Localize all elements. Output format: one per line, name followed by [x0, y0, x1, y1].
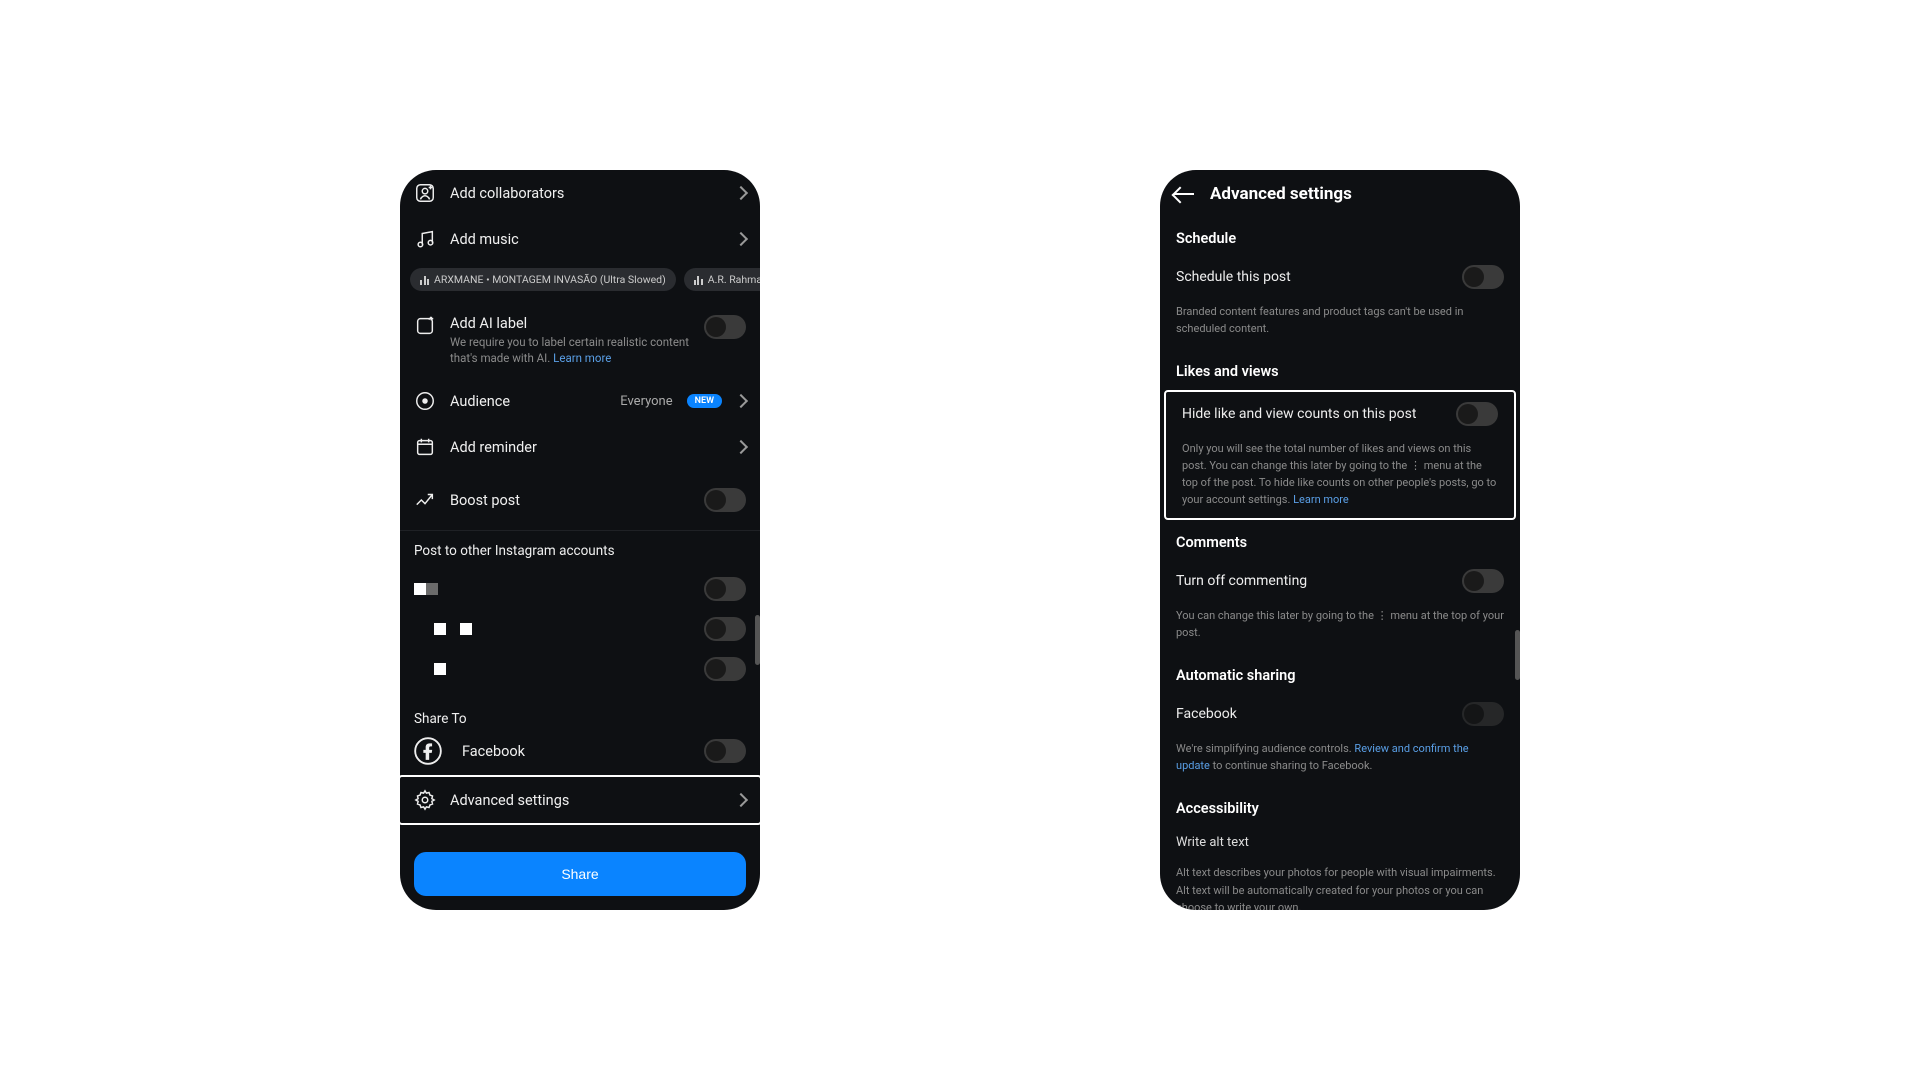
account-row[interactable] [414, 649, 746, 689]
turn-off-commenting-desc: You can change this later by going to th… [1160, 603, 1520, 655]
share-to-header: Share To [400, 693, 760, 733]
gear-icon [414, 789, 436, 811]
add-collaborators-row[interactable]: Add collaborators [400, 170, 760, 216]
hide-likes-desc: Only you will see the total number of li… [1166, 436, 1514, 516]
schedule-post-toggle[interactable] [1462, 265, 1504, 289]
scroll-indicator [755, 615, 760, 665]
add-reminder-label: Add reminder [450, 439, 722, 456]
audience-row[interactable]: Audience Everyone NEW [400, 378, 760, 424]
schedule-post-label: Schedule this post [1176, 269, 1462, 285]
music-suggestions: ARXMANE • MONTAGEM INVASÃO (Ultra Slowed… [400, 262, 760, 303]
facebook-icon [414, 737, 442, 765]
advanced-settings-label: Advanced settings [450, 792, 722, 809]
music-chip-label: A.R. Rahman, [708, 273, 760, 286]
chevron-right-icon [734, 186, 748, 200]
page-title: Advanced settings [1210, 184, 1352, 204]
boost-icon [414, 489, 436, 511]
share-button[interactable]: Share [414, 852, 746, 896]
boost-post-toggle[interactable] [704, 488, 746, 512]
boost-post-label: Boost post [450, 492, 690, 509]
hide-likes-label: Hide like and view counts on this post [1182, 406, 1456, 422]
music-chip[interactable]: A.R. Rahman, [684, 268, 760, 291]
boost-post-row[interactable]: Boost post [400, 470, 760, 530]
schedule-post-desc: Branded content features and product tag… [1160, 299, 1520, 351]
arrow-left-icon [1174, 193, 1194, 195]
phone-screen-advanced-settings: Advanced settings Schedule Schedule this… [1160, 170, 1520, 910]
likes-views-section-header: Likes and views [1160, 351, 1520, 388]
hide-likes-toggle[interactable] [1456, 402, 1498, 426]
chevron-right-icon [734, 793, 748, 807]
ai-label-title: Add AI label [450, 315, 690, 332]
write-alt-text-row[interactable]: Write alt text [1160, 825, 1520, 860]
schedule-section-header: Schedule [1160, 218, 1520, 255]
audio-bars-icon [694, 275, 703, 285]
auto-sharing-section-header: Automatic sharing [1160, 655, 1520, 692]
calendar-icon [414, 436, 436, 458]
hide-likes-highlight: Hide like and view counts on this post O… [1164, 390, 1516, 520]
hide-likes-row[interactable]: Hide like and view counts on this post [1166, 392, 1514, 436]
turn-off-commenting-row[interactable]: Turn off commenting [1160, 559, 1520, 603]
ai-label-row[interactable]: Add AI label We require you to label cer… [400, 303, 760, 378]
add-reminder-row[interactable]: Add reminder [400, 424, 760, 470]
account-row[interactable] [414, 569, 746, 609]
audience-icon [414, 390, 436, 412]
music-icon [414, 228, 436, 250]
facebook-toggle[interactable] [704, 739, 746, 763]
ai-label-toggle[interactable] [704, 315, 746, 339]
account-row[interactable] [414, 609, 746, 649]
back-button[interactable] [1174, 193, 1196, 195]
write-alt-text-label: Write alt text [1176, 835, 1504, 850]
schedule-post-row[interactable]: Schedule this post [1160, 255, 1520, 299]
auto-share-facebook-toggle[interactable] [1462, 702, 1504, 726]
new-badge: NEW [687, 394, 722, 408]
add-music-row[interactable]: Add music [400, 216, 760, 262]
collaborators-icon [414, 182, 436, 204]
ai-label-icon [414, 315, 436, 337]
write-alt-text-desc: Alt text describes your photos for peopl… [1160, 860, 1520, 910]
account-toggle[interactable] [704, 577, 746, 601]
other-accounts-list [400, 565, 760, 693]
turn-off-commenting-toggle[interactable] [1462, 569, 1504, 593]
audience-label: Audience [450, 393, 606, 410]
share-facebook-row[interactable]: Facebook [400, 733, 760, 775]
music-chip[interactable]: ARXMANE • MONTAGEM INVASÃO (Ultra Slowed… [410, 268, 676, 291]
account-toggle[interactable] [704, 617, 746, 641]
comments-section-header: Comments [1160, 522, 1520, 559]
music-chip-label: ARXMANE • MONTAGEM INVASÃO (Ultra Slowed… [434, 273, 666, 286]
post-other-accounts-header: Post to other Instagram accounts [400, 531, 760, 565]
auto-share-facebook-label: Facebook [1176, 706, 1462, 722]
audio-bars-icon [420, 275, 429, 285]
chevron-right-icon [734, 394, 748, 408]
add-collaborators-label: Add collaborators [450, 185, 722, 202]
scroll-indicator [1515, 630, 1520, 680]
advanced-settings-highlight: Advanced settings [400, 775, 760, 825]
add-music-label: Add music [450, 231, 722, 248]
chevron-right-icon [734, 232, 748, 246]
chevron-right-icon [734, 440, 748, 454]
advanced-settings-row[interactable]: Advanced settings [400, 777, 760, 823]
hide-likes-learn-more-link[interactable]: Learn more [1293, 493, 1349, 506]
facebook-label: Facebook [456, 743, 690, 760]
auto-share-desc: We're simplifying audience controls. Rev… [1160, 736, 1520, 788]
ai-label-desc: We require you to label certain realisti… [450, 334, 690, 366]
account-toggle[interactable] [704, 657, 746, 681]
auto-share-facebook-row[interactable]: Facebook [1160, 692, 1520, 736]
phone-screen-post-options: Add collaborators Add music ARXMANE • MO… [400, 170, 760, 910]
ai-label-learn-more-link[interactable]: Learn more [553, 351, 611, 365]
accessibility-section-header: Accessibility [1160, 788, 1520, 825]
audience-value: Everyone [620, 394, 672, 409]
turn-off-commenting-label: Turn off commenting [1176, 573, 1462, 589]
advanced-settings-header: Advanced settings [1160, 170, 1520, 218]
